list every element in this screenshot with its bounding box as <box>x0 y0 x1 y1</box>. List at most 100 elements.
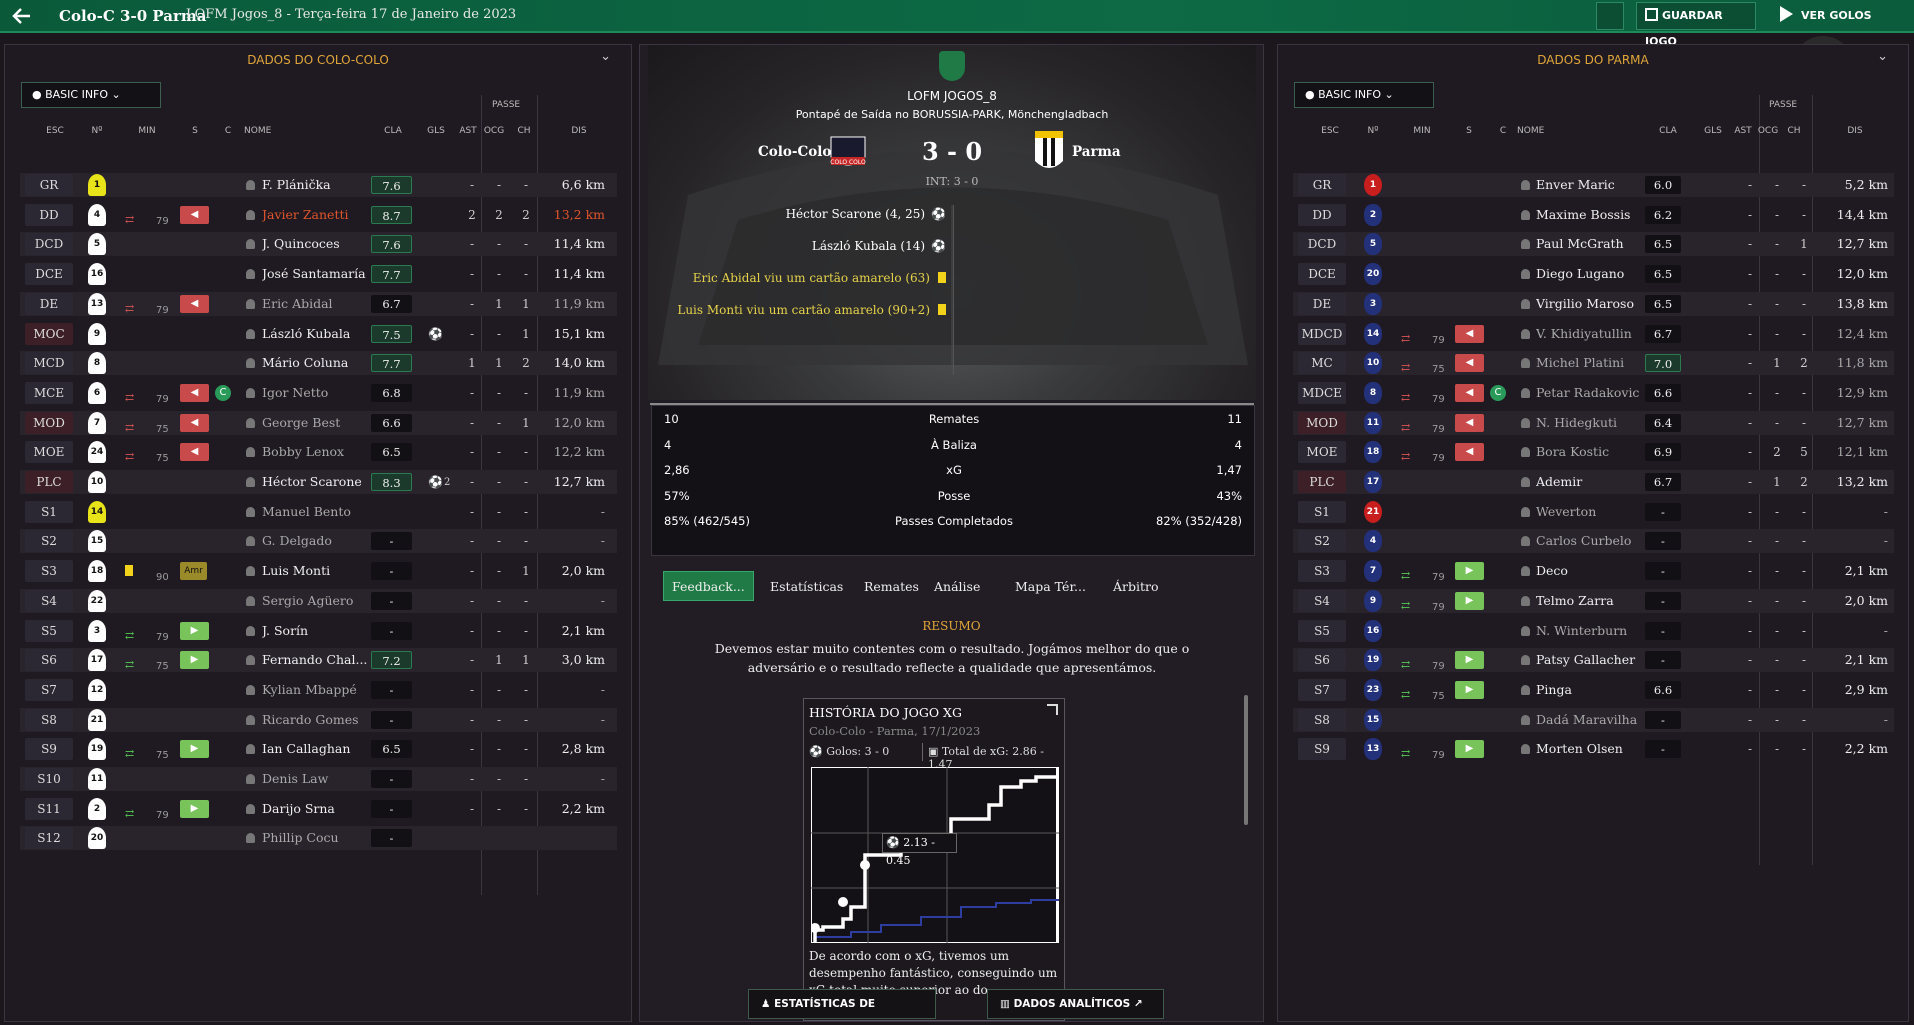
player-row[interactable]: DCE 16 José Santamaría 7.7 - - - 11,4 km <box>20 262 617 286</box>
player-row[interactable]: S6 17 ⇄ 75 ▶ Fernando Chal... 7.2 - 1 1 3,0 km <box>20 648 617 673</box>
player-row[interactable]: MOD 7 ⇄ 75 ◀ George Best 6.6 - - 1 12,0 km <box>20 410 617 435</box>
options-button[interactable] <box>1596 2 1624 30</box>
player-name[interactable]: Morten Olsen <box>1536 737 1661 761</box>
tab-4[interactable]: Mapa Tér... <box>1015 572 1086 602</box>
player-name[interactable]: F. Plánička <box>262 173 374 197</box>
player-name[interactable]: Eric Abidal <box>262 292 374 316</box>
player-name[interactable]: Javier Zanetti <box>262 203 374 227</box>
player-stats-button[interactable]: ♟ ESTATÍSTICAS DE JOGADORES ↗ <box>748 989 936 1019</box>
player-row[interactable]: GR 1 Enver Maric 6.0 - - - 5,2 km <box>1293 173 1894 197</box>
player-row[interactable]: GR 1 F. Plánička 7.6 - - - 6,6 km <box>20 173 617 197</box>
player-row[interactable]: S1 21 Weverton - - - - - <box>1293 500 1894 524</box>
tab-3[interactable]: Análise <box>934 572 980 602</box>
player-row[interactable]: S3 18 90 Amr Luis Monti - - -1 2,0 km <box>20 559 617 583</box>
player-row[interactable]: PLC 10 Héctor Scarone 8.3 ⚽ 2 - - - 12,7 km <box>20 470 617 494</box>
tab-0[interactable]: Feedback... <box>663 571 754 601</box>
player-name[interactable]: J. Sorín <box>262 619 374 643</box>
player-row[interactable]: MCE 6 ⇄ 79 ◀ C Igor Netto 6.8 - - - 11,9 km <box>20 381 617 405</box>
player-row[interactable]: S6 19 ⇄ 79 ▶ Patsy Gallacher - - - -2,1 km <box>1293 648 1894 673</box>
player-row[interactable]: MOE 24 ⇄ 75 ◀ Bobby Lenox 6.5 - - - 12,2 km <box>20 440 617 464</box>
tab-2[interactable]: Remates <box>864 572 919 602</box>
player-name[interactable]: N. Hidegkuti <box>1536 411 1661 435</box>
player-row[interactable]: S9 13 ⇄ 79 ▶ Morten Olsen - - - -2,2 km <box>1293 737 1894 761</box>
player-row[interactable]: MOC 9 László Kubala 7.5 ⚽ - - 1 15,1 km <box>20 322 617 346</box>
tab-1[interactable]: Estatísticas <box>770 572 843 602</box>
player-name[interactable]: Bobby Lenox <box>262 440 374 464</box>
player-row[interactable]: S5 16 N. Winterburn - - - - - <box>1293 619 1894 643</box>
analytics-button[interactable]: ▥ DADOS ANALÍTICOS ↗ <box>987 989 1164 1019</box>
player-name[interactable]: Ademir <box>1536 470 1661 494</box>
tab-5[interactable]: Árbitro <box>1113 572 1159 602</box>
player-row[interactable]: MDCE 8 ⇄ 79 ◀ C Petar Radakovic 6.6 - - - 12,9 km <box>1293 381 1894 405</box>
player-row[interactable]: S8 21 Ricardo Gomes - - - - - <box>20 707 617 732</box>
player-name[interactable]: Igor Netto <box>262 381 374 405</box>
player-name[interactable]: Maxime Bossis <box>1536 203 1661 227</box>
basic-info-dropdown[interactable]: ● BASIC INFO ⌄ <box>21 82 161 108</box>
player-name[interactable]: Bora Kostic <box>1536 440 1661 464</box>
player-name[interactable]: V. Khidiyatullin <box>1536 322 1661 346</box>
player-name[interactable]: G. Delgado <box>262 529 374 553</box>
player-name[interactable]: Phillip Cocu <box>262 826 374 850</box>
player-name[interactable]: Denis Law <box>262 767 374 791</box>
player-row[interactable]: S11 2 ⇄ 79 ▶ Darijo Srna - - - -2,2 km <box>20 797 617 821</box>
player-row[interactable]: S2 15 G. Delgado - - - - - <box>20 529 617 554</box>
player-name[interactable]: Paul McGrath <box>1536 232 1661 256</box>
save-match-button[interactable]: GUARDAR JOGO <box>1636 2 1756 48</box>
player-name[interactable]: N. Winterburn <box>1536 619 1661 643</box>
player-name[interactable]: Fernando Chal... <box>262 648 374 672</box>
player-name[interactable]: Ian Callaghan <box>262 737 374 761</box>
player-name[interactable]: Dadá Maravilha <box>1536 708 1661 732</box>
player-name[interactable]: Carlos Curbelo <box>1536 529 1661 553</box>
player-name[interactable]: Darijo Srna <box>262 797 374 821</box>
player-name[interactable]: Telmo Zarra <box>1536 589 1661 613</box>
player-name[interactable]: Petar Radakovic <box>1536 381 1661 405</box>
player-name[interactable]: Diego Lugano <box>1536 262 1661 286</box>
player-row[interactable]: MDCD 14 ⇄ 79 ◀ V. Khidiyatullin 6.7 - - - 12,4 km <box>1293 322 1894 346</box>
player-row[interactable]: DCD 5 Paul McGrath 6.5 - - 1 12,7 km <box>1293 232 1894 257</box>
player-row[interactable]: S1 14 Manuel Bento - - - - <box>20 500 617 524</box>
player-row[interactable]: MCD 8 Mário Coluna 7.7 1 1 2 14,0 km <box>20 351 617 376</box>
player-name[interactable]: Virgilio Maroso <box>1536 292 1661 316</box>
player-row[interactable]: DCE 20 Diego Lugano 6.5 - - - 12,0 km <box>1293 262 1894 286</box>
player-name[interactable]: Luis Monti <box>262 559 374 583</box>
player-row[interactable]: DE 13 ⇄ 79 ◀ Eric Abidal 6.7 - 1 1 11,9 km <box>20 291 617 316</box>
player-row[interactable]: S4 22 Sergio Agüero - - - - - <box>20 588 617 613</box>
player-row[interactable]: S2 4 Carlos Curbelo - - - - - <box>1293 529 1894 554</box>
view-goals-button[interactable]: VER GOLOS <box>1780 2 1872 30</box>
player-name[interactable]: Héctor Scarone <box>262 470 374 494</box>
player-row[interactable]: MOD 11 ⇄ 79 ◀ N. Hidegkuti 6.4 - - - 12,7 km <box>1293 410 1894 435</box>
chevron-down-icon[interactable]: ⌄ <box>1877 49 1888 64</box>
player-row[interactable]: MOE 18 ⇄ 79 ◀ Bora Kostic 6.9 - 2 5 12,1 km <box>1293 440 1894 464</box>
player-row[interactable]: S5 3 ⇄ 79 ▶ J. Sorín - - - -2,1 km <box>20 619 617 643</box>
player-name[interactable]: Enver Maric <box>1536 173 1661 197</box>
player-name[interactable]: Deco <box>1536 559 1661 583</box>
player-name[interactable]: Pinga <box>1536 678 1661 702</box>
player-name[interactable]: Kylian Mbappé <box>262 678 374 702</box>
player-name[interactable]: J. Quincoces <box>262 232 374 256</box>
player-row[interactable]: S7 23 ⇄ 75 ▶ Pinga 6.6 - - - 2,9 km <box>1293 678 1894 702</box>
player-name[interactable]: Patsy Gallacher <box>1536 648 1661 672</box>
player-name[interactable]: Mário Coluna <box>262 351 374 375</box>
player-row[interactable]: MC 10 ⇄ 75 ◀ Michel Platini 7.0 - 1 2 11,8 km <box>1293 351 1894 376</box>
player-row[interactable]: DE 3 Virgilio Maroso 6.5 - - - 13,8 km <box>1293 291 1894 316</box>
player-row[interactable]: S7 12 Kylian Mbappé - - - - - <box>20 678 617 702</box>
player-row[interactable]: PLC 17 Ademir 6.7 - 1 2 13,2 km <box>1293 470 1894 494</box>
basic-info-dropdown[interactable]: ● BASIC INFO ⌄ <box>1294 82 1434 108</box>
player-row[interactable]: S3 7 ⇄ 79 ▶ Deco - - - -2,1 km <box>1293 559 1894 583</box>
player-row[interactable]: S8 15 Dadá Maravilha - - - - - <box>1293 707 1894 732</box>
player-name[interactable]: Ricardo Gomes <box>262 708 374 732</box>
player-name[interactable]: Weverton <box>1536 500 1661 524</box>
player-name[interactable]: Manuel Bento <box>262 500 374 524</box>
player-row[interactable]: DD 2 Maxime Bossis 6.2 - - - 14,4 km <box>1293 203 1894 227</box>
player-name[interactable]: George Best <box>262 411 374 435</box>
expand-icon[interactable] <box>1047 704 1058 715</box>
player-name[interactable]: Sergio Agüero <box>262 589 374 613</box>
player-row[interactable]: S9 19 ⇄ 75 ▶ Ian Callaghan 6.5 - - - 2,8 km <box>20 737 617 761</box>
player-name[interactable]: José Santamaría <box>262 262 374 286</box>
back-arrow-icon[interactable] <box>10 4 36 28</box>
chevron-down-icon[interactable]: ⌄ <box>600 49 611 64</box>
player-row[interactable]: S4 9 ⇄ 79 ▶ Telmo Zarra - - - -2,0 km <box>1293 588 1894 613</box>
player-row[interactable]: DCD 5 J. Quincoces 7.6 - - - 11,4 km <box>20 232 617 257</box>
scrollbar[interactable] <box>1244 695 1248 825</box>
player-name[interactable]: László Kubala <box>262 322 374 346</box>
